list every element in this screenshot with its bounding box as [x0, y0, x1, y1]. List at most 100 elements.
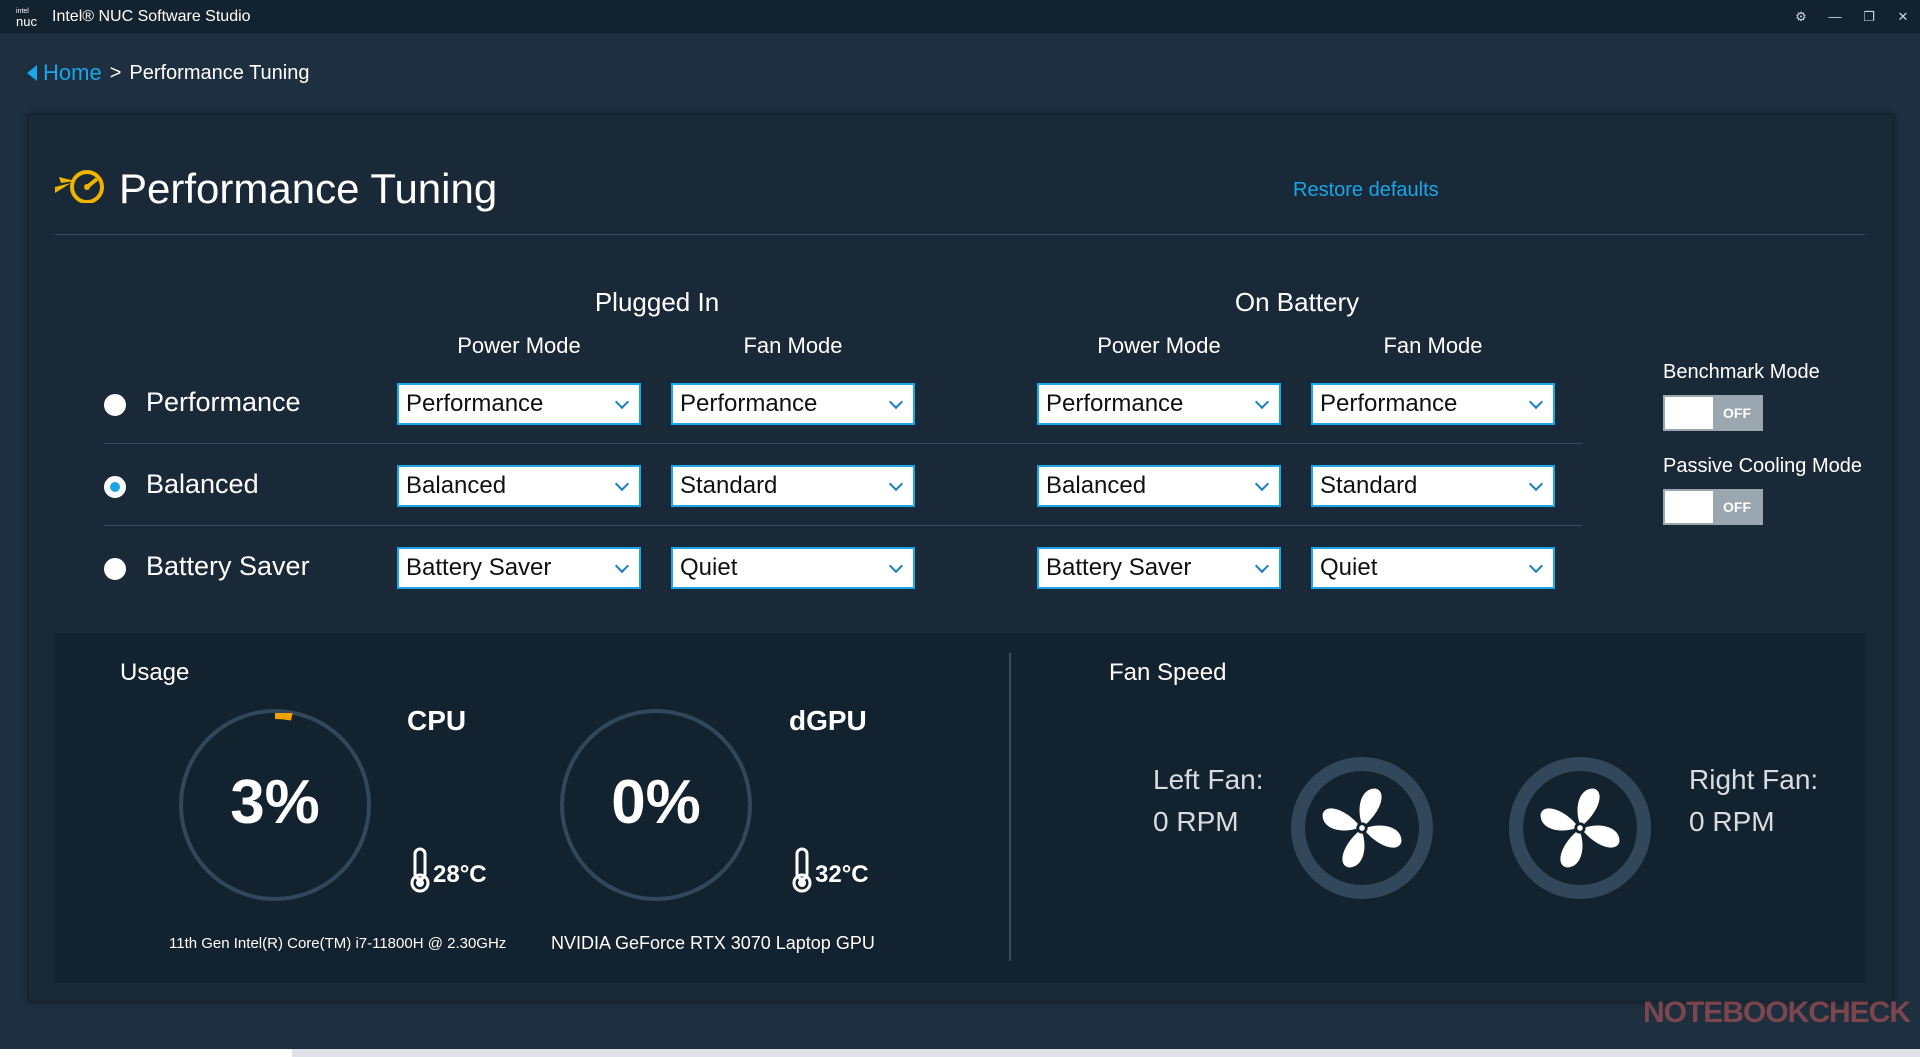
toggle-knob	[1665, 491, 1713, 523]
cpu-model: 11th Gen Intel(R) Core(TM) i7-11800H @ 2…	[169, 935, 507, 952]
restore-defaults-link[interactable]: Restore defaults	[1293, 179, 1439, 202]
row-label-performance: Performance	[146, 387, 301, 417]
chevron-down-icon	[1254, 476, 1270, 492]
left-fan-graphic	[1291, 757, 1433, 899]
cpu-label: CPU	[407, 705, 467, 736]
close-icon[interactable]: ✕	[1886, 9, 1920, 25]
passive-cooling-mode-toggle[interactable]: OFF	[1663, 489, 1763, 525]
dropdown-value: Performance	[1320, 390, 1458, 417]
dropdown-value: Performance	[1046, 390, 1184, 417]
battery-fan-mode-label: Fan Mode	[1383, 333, 1483, 358]
benchmark-mode-toggle[interactable]: OFF	[1663, 395, 1763, 431]
dropdown-value: Balanced	[1046, 472, 1147, 499]
fan-icon	[1322, 788, 1402, 868]
breadcrumb-home-link[interactable]: Home	[43, 60, 102, 86]
notebookcheck-watermark: NOTEBOOKCHECK	[1642, 996, 1911, 1029]
chevron-down-icon	[614, 558, 630, 574]
chevron-down-icon	[888, 394, 904, 410]
speedometer-icon	[55, 170, 104, 203]
cpu-temperature: 28°C	[433, 861, 487, 888]
section-divider	[1009, 653, 1011, 961]
logo-line-2: nuc	[16, 13, 37, 29]
row-divider	[104, 443, 1582, 444]
battery-power-mode-label: Power Mode	[1097, 333, 1221, 358]
toggle-knob	[1665, 397, 1713, 429]
usage-title: Usage	[120, 659, 190, 686]
right-fan-rpm: 0 RPM	[1689, 806, 1775, 837]
gpu-usage-percent: 0%	[611, 768, 701, 837]
chevron-down-icon	[888, 558, 904, 574]
usage-section: Usage Fan Speed 3% CPU 28°C 11th Gen Int…	[55, 633, 1865, 983]
taskbar-search-area	[0, 1049, 292, 1057]
dropdown-value: Quiet	[680, 554, 738, 581]
breadcrumb-separator: >	[109, 61, 122, 84]
chevron-down-icon	[1528, 476, 1544, 492]
chevron-down-icon	[888, 476, 904, 492]
dropdown-plugged-fan-performance[interactable]: Performance	[671, 383, 915, 425]
dropdown-value: Battery Saver	[406, 554, 552, 581]
dropdown-value: Performance	[406, 390, 544, 417]
toggle-state: OFF	[1723, 499, 1751, 515]
thermometer-icon	[410, 847, 430, 893]
chevron-down-icon	[1528, 394, 1544, 410]
left-fan-label: Left Fan:	[1153, 764, 1264, 795]
chevron-down-icon	[614, 476, 630, 492]
window-controls: ⚙ — ❐ ✕	[1784, 0, 1920, 33]
right-fan-graphic	[1509, 757, 1651, 899]
settings-icon[interactable]: ⚙	[1784, 9, 1818, 25]
gpu-temperature: 32°C	[815, 861, 869, 888]
plugged-in-label: Plugged In	[594, 287, 720, 317]
chevron-down-icon	[1254, 558, 1270, 574]
chevron-down-icon	[1254, 394, 1270, 410]
minimize-icon[interactable]: —	[1818, 9, 1852, 24]
chevron-down-icon	[1528, 558, 1544, 574]
dropdown-plugged-power-performance[interactable]: Performance	[397, 383, 641, 425]
dropdown-plugged-power-balanced[interactable]: Balanced	[397, 465, 641, 507]
dropdown-value: Quiet	[1320, 554, 1378, 581]
dropdown-battery-fan-battery-saver[interactable]: Quiet	[1311, 547, 1555, 589]
radio-balanced[interactable]	[104, 476, 126, 498]
dropdown-plugged-power-battery-saver[interactable]: Battery Saver	[397, 547, 641, 589]
dropdown-battery-power-balanced[interactable]: Balanced	[1037, 465, 1281, 507]
left-fan-readout: Left Fan: 0 RPM	[1153, 759, 1264, 843]
dropdown-plugged-fan-battery-saver[interactable]: Quiet	[671, 547, 915, 589]
app-title: Intel® NUC Software Studio	[52, 7, 251, 25]
fan-icon	[1540, 788, 1620, 868]
row-label-battery-saver: Battery Saver	[146, 551, 310, 581]
panel-header: Performance Tuning Restore defaults	[55, 155, 1865, 235]
dropdown-plugged-fan-balanced[interactable]: Standard	[671, 465, 915, 507]
gpu-model: NVIDIA GeForce RTX 3070 Laptop GPU	[551, 933, 875, 953]
dropdown-value: Standard	[1320, 472, 1418, 499]
plugged-fan-mode-label: Fan Mode	[743, 333, 843, 358]
dropdown-battery-fan-balanced[interactable]: Standard	[1311, 465, 1555, 507]
dropdown-battery-fan-performance[interactable]: Performance	[1311, 383, 1555, 425]
breadcrumb-current: Performance Tuning	[129, 61, 310, 84]
chevron-left-icon[interactable]	[27, 65, 37, 81]
cpu-usage-percent: 3%	[230, 768, 320, 837]
on-battery-label: On Battery	[1234, 287, 1360, 317]
row-divider	[104, 525, 1582, 526]
intel-nuc-logo: intel nuc	[16, 7, 44, 29]
fan-speed-title: Fan Speed	[1109, 659, 1227, 686]
dropdown-battery-power-battery-saver[interactable]: Battery Saver	[1037, 547, 1281, 589]
radio-performance[interactable]	[104, 394, 126, 416]
right-fan-label: Right Fan:	[1689, 764, 1819, 795]
toggle-state: OFF	[1723, 405, 1751, 421]
chevron-down-icon	[614, 394, 630, 410]
performance-tuning-panel: Performance Tuning Restore defaults Plug…	[28, 114, 1894, 1002]
left-fan-rpm: 0 RPM	[1153, 806, 1239, 837]
dropdown-value: Balanced	[406, 472, 507, 499]
right-fan-readout: Right Fan: 0 RPM	[1689, 759, 1818, 843]
benchmark-mode-label: Benchmark Mode	[1663, 361, 1820, 383]
dropdown-battery-power-performance[interactable]: Performance	[1037, 383, 1281, 425]
thermometer-icon	[792, 847, 812, 893]
dropdown-value: Standard	[680, 472, 778, 499]
gpu-label: dGPU	[789, 705, 867, 736]
dropdown-value: Performance	[680, 390, 818, 417]
title-bar: intel nuc Intel® NUC Software Studio ⚙ —…	[0, 0, 1920, 33]
radio-battery-saver[interactable]	[104, 558, 126, 580]
dropdown-value: Battery Saver	[1046, 554, 1192, 581]
page-title: Performance Tuning	[119, 165, 498, 212]
restore-icon[interactable]: ❐	[1852, 9, 1886, 25]
passive-cooling-mode-label: Passive Cooling Mode	[1663, 455, 1862, 477]
